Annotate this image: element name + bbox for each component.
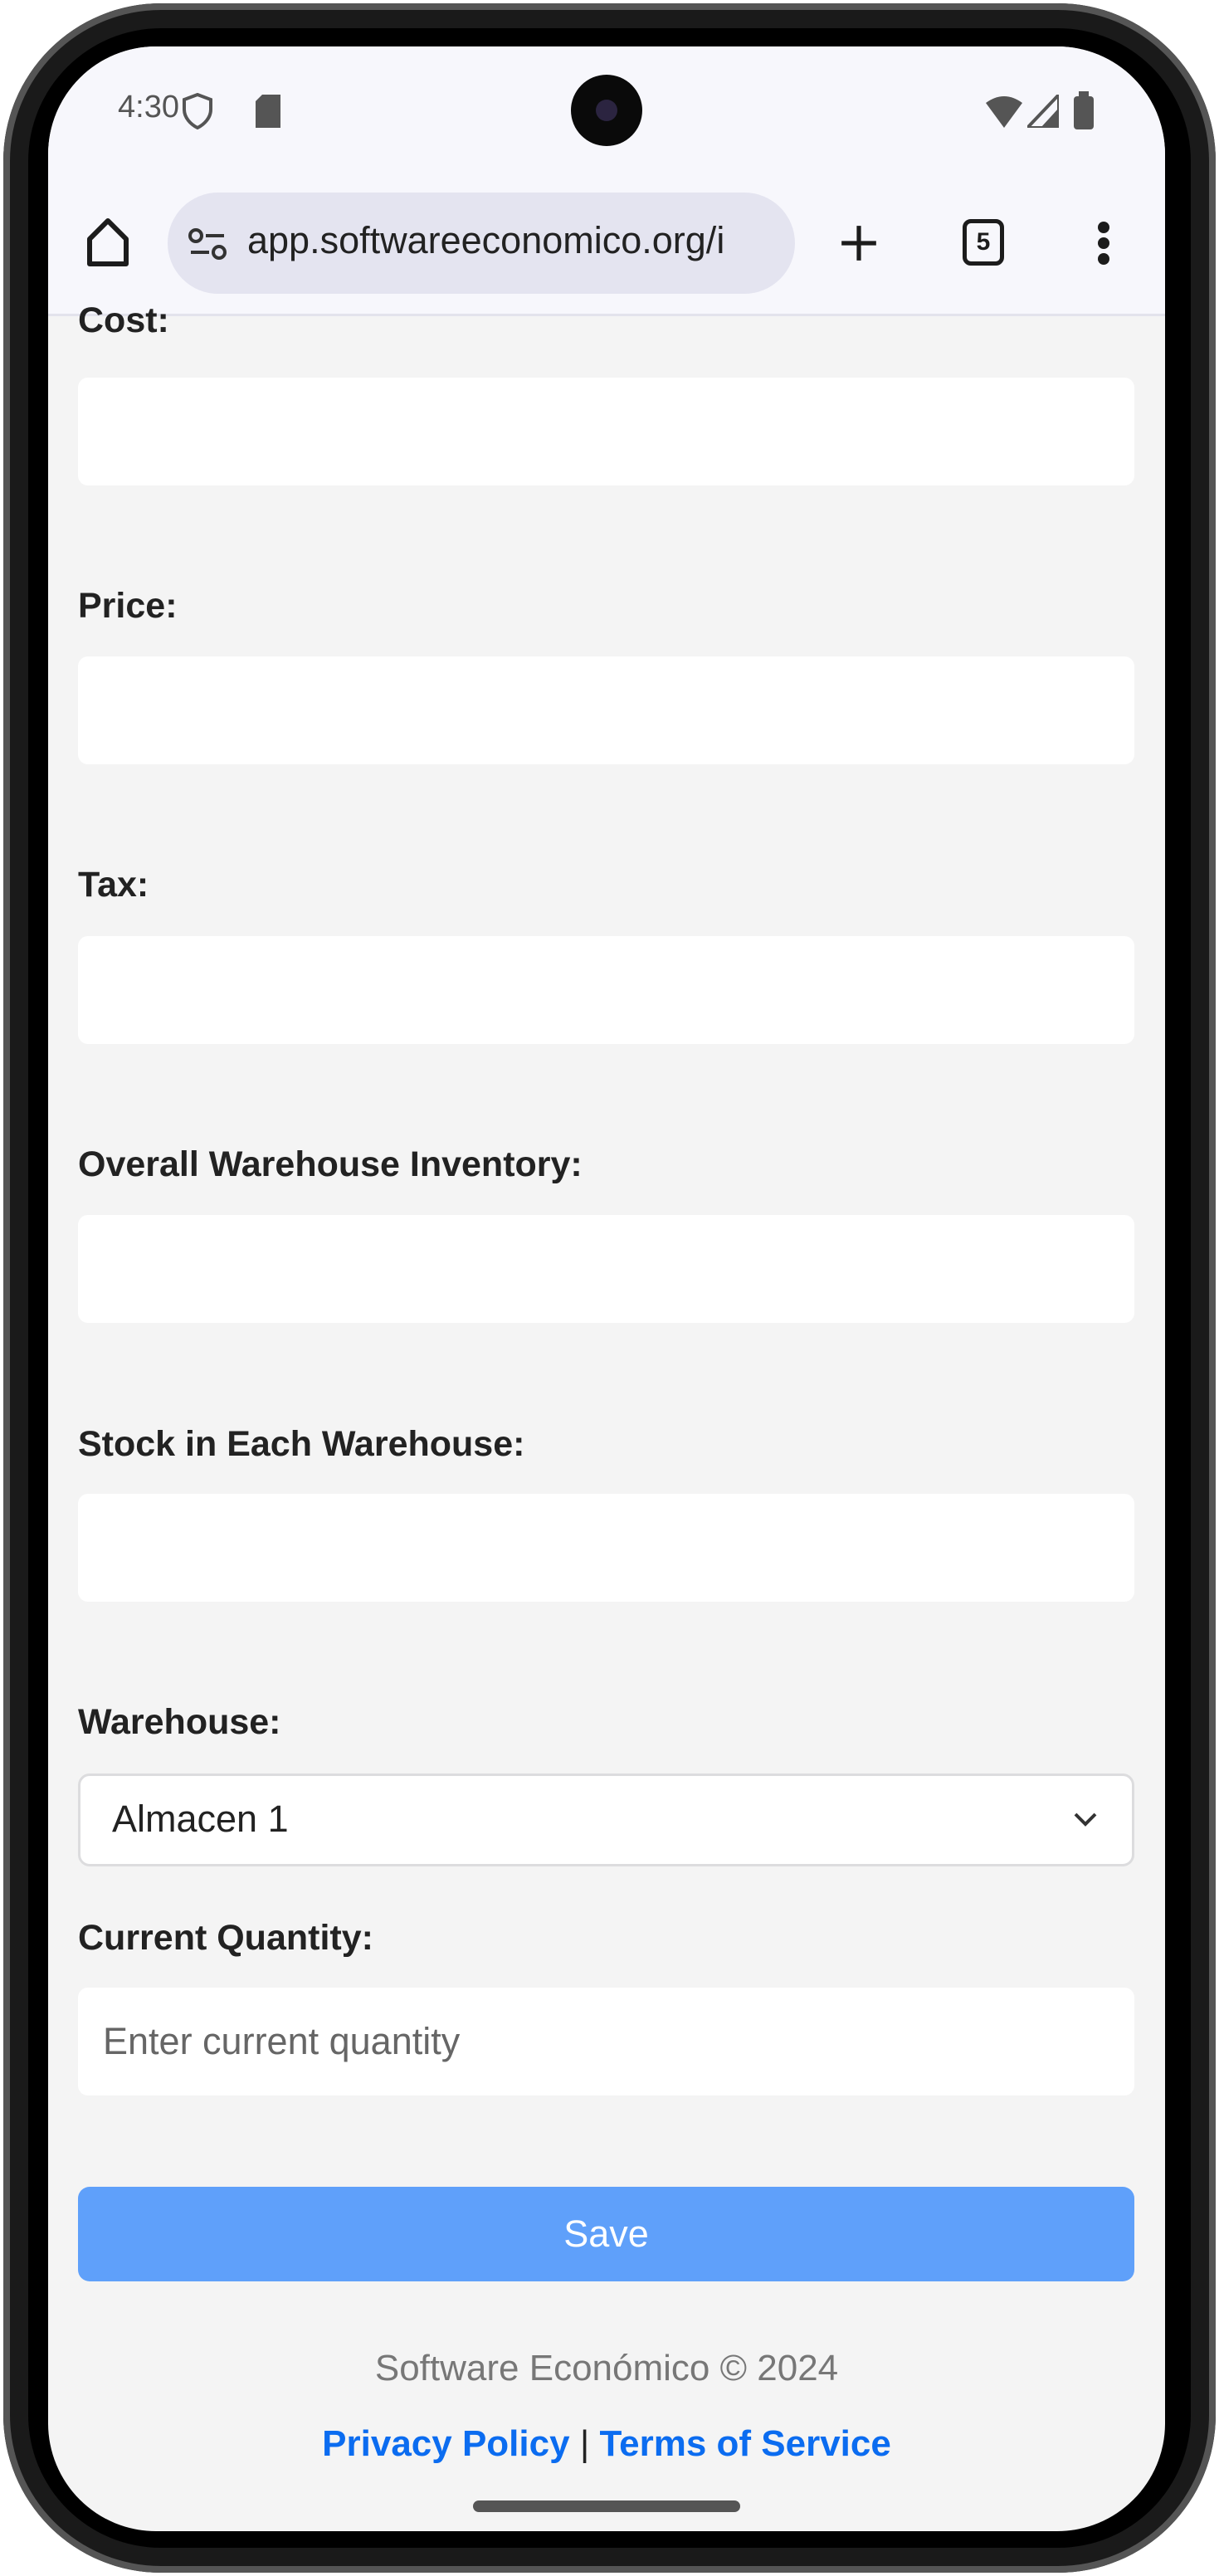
copyright-text: Software Económico © 2024 xyxy=(374,2348,839,2388)
chevron-down-icon xyxy=(1074,1812,1097,1827)
tax-input[interactable] xyxy=(78,936,1134,1044)
url-text: app.softwareeconomico.org/i xyxy=(247,219,725,261)
warehouse-selected-value: Almacen 1 xyxy=(112,1798,289,1840)
save-button[interactable]: Save xyxy=(78,2187,1134,2281)
wifi-icon xyxy=(986,96,1022,128)
site-settings-icon[interactable] xyxy=(188,227,227,261)
plus-icon[interactable] xyxy=(838,222,880,264)
stock-each-warehouse-label: Stock in Each Warehouse: xyxy=(78,1424,525,1464)
overall-inventory-input[interactable] xyxy=(78,1215,1134,1323)
footer-separator: | xyxy=(579,2423,590,2464)
cost-label: Cost: xyxy=(78,300,169,340)
home-icon[interactable] xyxy=(85,217,131,267)
cost-input[interactable] xyxy=(78,378,1134,485)
browser-chrome: 4:30 app.softwareeconomico.org/i 5 xyxy=(48,46,1165,316)
stock-each-warehouse-input[interactable] xyxy=(78,1494,1134,1602)
overall-inventory-label: Overall Warehouse Inventory: xyxy=(78,1144,583,1184)
warehouse-label: Warehouse: xyxy=(78,1702,281,1742)
battery-icon xyxy=(1074,91,1094,129)
warehouse-select[interactable]: Almacen 1 xyxy=(78,1773,1134,1866)
tax-label: Tax: xyxy=(78,865,149,905)
url-bar[interactable]: app.softwareeconomico.org/i xyxy=(168,193,795,294)
front-camera xyxy=(571,75,642,146)
sd-card-icon xyxy=(256,95,280,128)
price-input[interactable] xyxy=(78,656,1134,764)
more-vert-icon[interactable] xyxy=(1097,221,1110,266)
current-quantity-input[interactable] xyxy=(78,1988,1134,2095)
privacy-policy-link[interactable]: Privacy Policy xyxy=(322,2423,569,2464)
tab-count: 5 xyxy=(976,228,991,256)
terms-of-service-link[interactable]: Terms of Service xyxy=(599,2423,890,2464)
status-time: 4:30 xyxy=(118,90,179,124)
tabs-button[interactable]: 5 xyxy=(963,219,1004,266)
current-quantity-label: Current Quantity: xyxy=(78,1918,373,1958)
price-label: Price: xyxy=(78,586,178,626)
signal-icon xyxy=(1027,95,1059,128)
home-indicator[interactable] xyxy=(473,2500,740,2512)
screen: 4:30 app.softwareeconomico.org/i 5 Cost:… xyxy=(48,46,1165,2531)
shield-icon xyxy=(183,93,212,129)
